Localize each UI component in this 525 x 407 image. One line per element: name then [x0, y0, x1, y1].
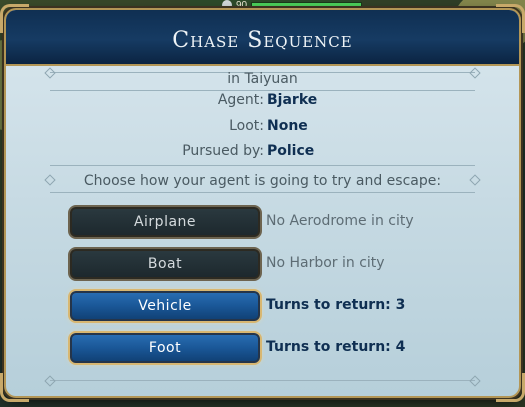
corner-ornament-icon — [0, 373, 29, 402]
corner-ornament-icon — [496, 4, 525, 33]
foot-note: Turns to return: 4 — [266, 339, 406, 355]
vehicle-note: Turns to return: 3 — [266, 297, 406, 313]
option-airplane: Airplane No Aerodrome in city — [68, 205, 525, 239]
option-boat: Boat No Harbor in city — [68, 247, 525, 281]
pursued-by-row: Pursued by: Police — [4, 143, 521, 161]
airplane-note: No Aerodrome in city — [266, 213, 414, 229]
agent-label: Agent: — [217, 92, 264, 108]
corner-ornament-icon — [0, 4, 29, 33]
option-foot: Foot Turns to return: 4 — [68, 331, 525, 365]
loot-row: Loot: None — [4, 118, 521, 136]
boat-button[interactable]: Boat — [68, 247, 262, 281]
divider — [50, 165, 475, 166]
divider — [50, 192, 475, 193]
dialog-header: Chase Sequence — [6, 10, 519, 66]
vehicle-button[interactable]: Vehicle — [68, 289, 262, 323]
pursued-by-value: Police — [267, 143, 315, 159]
airplane-button[interactable]: Airplane — [68, 205, 262, 239]
loot-value: None — [267, 118, 308, 134]
divider — [50, 380, 475, 381]
option-vehicle: Vehicle Turns to return: 3 — [68, 289, 525, 323]
agent-row: Agent: Bjarke — [4, 92, 521, 110]
chase-sequence-dialog: Chase Sequence in Taiyuan Agent: Bjarke … — [0, 4, 525, 402]
corner-ornament-icon — [496, 373, 525, 402]
foot-button[interactable]: Foot — [68, 331, 262, 365]
boat-note: No Harbor in city — [266, 255, 385, 271]
agent-value: Bjarke — [267, 92, 318, 108]
divider — [50, 90, 475, 91]
location-text: in Taiyuan — [227, 71, 298, 87]
pursued-by-label: Pursued by: — [182, 143, 264, 159]
loot-label: Loot: — [229, 118, 264, 134]
escape-prompt: Choose how your agent is going to try an… — [83, 173, 442, 189]
dialog-title: Chase Sequence — [172, 28, 353, 53]
